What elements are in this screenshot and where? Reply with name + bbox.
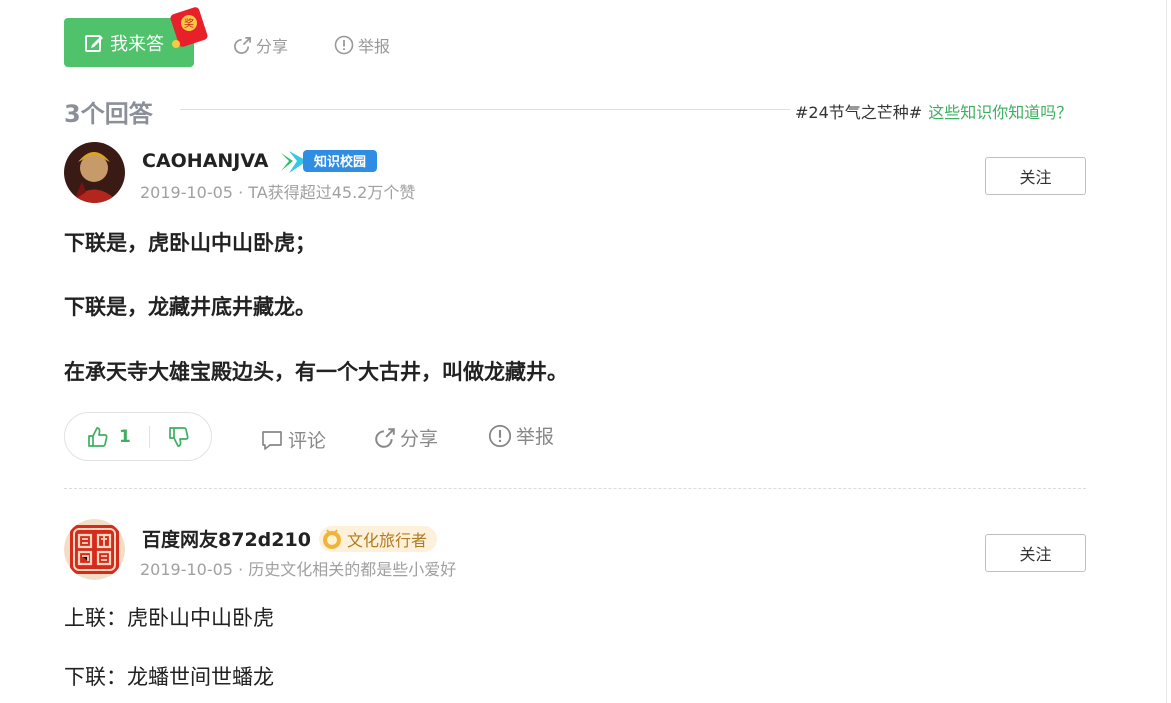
answer-share-label: 分享	[400, 428, 439, 450]
answer-paragraph: 下联：龙蟠世间世蟠龙	[64, 665, 274, 689]
share-icon	[375, 427, 395, 448]
follow-button[interactable]: 关注	[985, 534, 1086, 572]
medal-icon	[322, 528, 341, 549]
like-count: 1	[119, 426, 131, 447]
user-meta: 2019-10-05 · 历史文化相关的都是些小爱好	[140, 560, 457, 579]
vote-box: 1	[64, 412, 212, 461]
username[interactable]: CAOHANJVA 知识校园	[142, 148, 379, 174]
topic-promo[interactable]: #24节气之芒种# 这些知识你知道吗？	[795, 99, 1072, 123]
question-share-label: 分享	[256, 37, 289, 56]
answer-report-button[interactable]: 举报	[488, 422, 554, 449]
answer-paragraph: 下联是，虎卧山中山卧虎；	[64, 231, 316, 255]
red-packet-label: 奖	[184, 17, 194, 30]
campus-badge-icon: 知识校园	[280, 150, 377, 173]
avatar[interactable]	[64, 142, 125, 203]
username[interactable]: 百度网友872d210 文化旅行者	[142, 525, 437, 552]
comment-label: 评论	[288, 430, 327, 452]
page-right-border	[1166, 0, 1167, 703]
username-text[interactable]: CAOHANJVA	[142, 150, 269, 172]
answer-item: 百度网友872d210 文化旅行者 2019-10-05 · 历史文化相关的都是…	[64, 519, 1086, 703]
follow-button[interactable]: 关注	[985, 157, 1086, 195]
answer-report-label: 举报	[516, 426, 555, 448]
username-text[interactable]: 百度网友872d210	[142, 525, 311, 552]
campus-badge[interactable]: 知识校园	[279, 148, 379, 174]
question-share-button[interactable]: 分享	[233, 33, 288, 57]
answer-count-title: 3个回答	[64, 100, 153, 128]
header-divider	[180, 109, 790, 110]
answer-divider	[64, 488, 1086, 489]
dislike-button[interactable]	[150, 426, 190, 448]
comment-icon	[262, 430, 282, 450]
answer-item: CAOHANJVA 知识校园 2019-10-05 · TA获得超过45.2万个…	[64, 142, 1086, 472]
like-button[interactable]: 1	[65, 426, 149, 448]
report-icon	[488, 424, 512, 447]
culture-badge-label: 文化旅行者	[346, 530, 427, 550]
culture-badge[interactable]: 文化旅行者	[318, 525, 437, 552]
answer-paragraph: 下联是，龙藏井底井藏龙。	[64, 295, 316, 319]
edit-icon	[85, 34, 103, 52]
red-packet-icon[interactable]: 奖	[170, 4, 208, 48]
avatar-image	[64, 142, 125, 203]
question-report-button[interactable]: 举报	[334, 33, 390, 57]
topic-link[interactable]: 这些知识你知道吗？	[928, 103, 1072, 122]
answer-paragraph: 在承天寺大雄宝殿边头，有一个大古井，叫做龙藏井。	[64, 360, 568, 384]
campus-badge-label: 知识校园	[313, 154, 365, 170]
thumbs-down-icon	[169, 426, 189, 447]
user-meta: 2019-10-05 · TA获得超过45.2万个赞	[140, 183, 416, 202]
topic-tag[interactable]: #24节气之芒种#	[795, 103, 922, 122]
report-icon	[334, 35, 354, 55]
avatar[interactable]	[64, 519, 125, 580]
seal-avatar-image	[64, 519, 125, 580]
share-icon	[234, 36, 251, 54]
comment-button[interactable]: 评论	[260, 426, 326, 453]
answer-share-button[interactable]: 分享	[374, 424, 438, 451]
answer-paragraph: 上联：虎卧山中山卧虎	[64, 606, 274, 630]
question-report-label: 举报	[358, 37, 391, 56]
answer-button-label: 我来答	[110, 33, 164, 55]
thumbs-up-icon	[88, 426, 108, 447]
